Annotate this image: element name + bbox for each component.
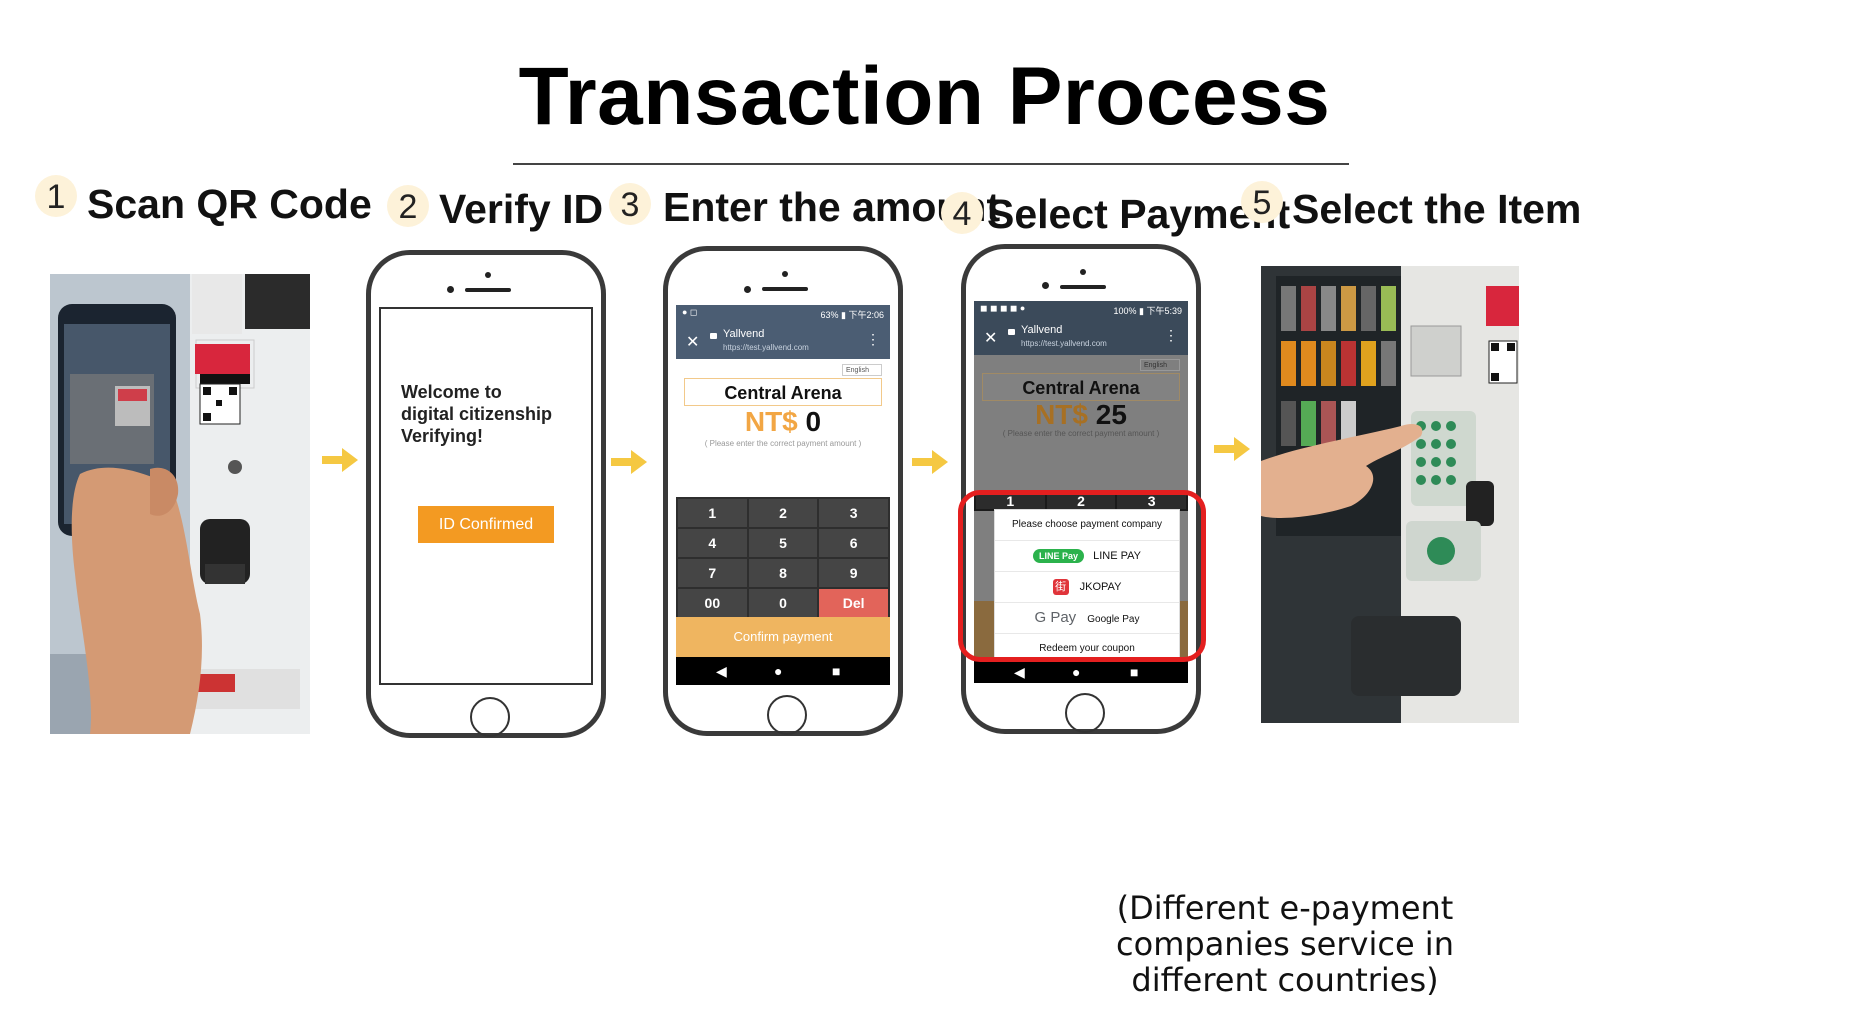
recents-icon[interactable]: ■: [1130, 664, 1138, 680]
arrow-right-icon: [912, 450, 948, 474]
confirm-payment-button[interactable]: Confirm payment: [676, 617, 890, 657]
keypad-key[interactable]: 7: [678, 559, 747, 587]
earpiece-speaker: [465, 288, 511, 292]
browser-url-bar: ✕ Yallvend https://test.yallvend.com ⋮: [676, 323, 890, 359]
more-menu-icon[interactable]: ⋮: [1164, 327, 1178, 344]
home-button[interactable]: [767, 695, 807, 735]
keypad-key[interactable]: 8: [748, 559, 818, 587]
title-divider: [513, 163, 1349, 165]
amount-screen: ● ◻ 63% ▮ 下午2:06 ✕ Yallvend https://test…: [676, 305, 890, 685]
page-title: Transaction Process: [518, 51, 1331, 142]
keypad-key[interactable]: 0: [748, 589, 818, 617]
front-camera: [1042, 282, 1049, 289]
keypad-key[interactable]: 6: [819, 529, 888, 557]
delete-key[interactable]: Del: [819, 589, 888, 617]
home-icon[interactable]: ●: [774, 663, 782, 679]
welcome-line: Verifying!: [401, 426, 484, 446]
status-text: 100% ▮ 下午5:39: [1113, 306, 1183, 316]
lock-icon: [1008, 329, 1015, 335]
android-nav-bar: ◀ ● ■: [974, 661, 1188, 683]
step-3-number: 3: [609, 183, 651, 225]
footnote-line: (Different e-payment: [1116, 889, 1454, 927]
payment-footnote: (Different e-payment companies service i…: [1095, 890, 1475, 998]
keypad-key[interactable]: 4: [678, 529, 747, 557]
step-4-number: 4: [941, 192, 983, 234]
keypad-key[interactable]: 1: [678, 499, 747, 527]
close-icon[interactable]: ✕: [984, 328, 997, 348]
language-select[interactable]: English: [1140, 359, 1180, 371]
currency-label: NT$: [1035, 399, 1088, 430]
scan-qr-photo: [50, 274, 310, 734]
proximity-sensor: [782, 271, 788, 277]
amount-hint: ( Please enter the correct payment amoun…: [704, 439, 862, 448]
status-text: 63% ▮ 下午2:06: [820, 310, 884, 320]
recents-icon[interactable]: ■: [832, 663, 840, 679]
lock-icon: [710, 333, 717, 339]
welcome-line: Welcome to: [401, 382, 502, 402]
step-2-label: Verify ID: [439, 186, 604, 232]
step-1-label: Scan QR Code: [87, 181, 372, 227]
status-bar: ◼ ◼ ◼ ◼ ● 100% ▮ 下午5:39: [974, 301, 1188, 319]
status-bar: ● ◻ 63% ▮ 下午2:06: [676, 305, 890, 323]
venue-name: Central Arena: [982, 373, 1180, 401]
browser-url-bar: ✕ Yallvend https://test.yallvend.com ⋮: [974, 319, 1188, 355]
notification-icon: ● ◻: [682, 307, 698, 317]
amount-display: NT$ 0: [676, 406, 890, 438]
footnote-line: different countries): [1131, 961, 1439, 999]
step-1-number: 1: [35, 175, 77, 217]
welcome-message: Welcome to digital citizenship Verifying…: [401, 381, 552, 447]
site-url: https://test.yallvend.com: [723, 343, 809, 352]
step-2-number: 2: [387, 185, 429, 227]
back-icon[interactable]: ◀: [716, 663, 727, 680]
select-item-photo: [1261, 266, 1519, 723]
proximity-sensor: [485, 272, 491, 278]
back-icon[interactable]: ◀: [1014, 664, 1025, 681]
arrow-right-icon: [1214, 437, 1250, 461]
amount-hint: ( Please enter the correct payment amoun…: [1002, 429, 1160, 438]
home-icon[interactable]: ●: [1072, 664, 1080, 680]
id-confirmed-button[interactable]: ID Confirmed: [418, 506, 554, 543]
language-select[interactable]: English: [842, 364, 882, 376]
earpiece-speaker: [1060, 285, 1106, 289]
home-button[interactable]: [470, 697, 510, 737]
keypad-key[interactable]: 00: [678, 589, 747, 617]
footnote-line: companies service in: [1116, 925, 1454, 963]
keypad-key[interactable]: 2: [748, 499, 818, 527]
front-camera: [744, 286, 751, 293]
android-nav-bar: ◀ ● ■: [676, 657, 890, 685]
number-keypad: 1 2 3 4 5 6 7 8 9 00 0 Del: [676, 497, 890, 619]
site-url: https://test.yallvend.com: [1021, 339, 1107, 348]
venue-name: Central Arena: [684, 378, 882, 406]
notification-icon: ◼ ◼ ◼ ◼ ●: [980, 303, 1026, 313]
more-menu-icon[interactable]: ⋮: [866, 331, 880, 348]
step-5-number: 5: [1241, 181, 1283, 223]
amount-value: 25: [1095, 399, 1127, 430]
amount-value: 0: [805, 406, 822, 437]
proximity-sensor: [1080, 269, 1086, 275]
keypad-key[interactable]: 3: [819, 499, 888, 527]
earpiece-speaker: [762, 287, 808, 291]
site-title: Yallvend: [723, 328, 765, 340]
phone-enter-amount: ● ◻ 63% ▮ 下午2:06 ✕ Yallvend https://test…: [663, 246, 903, 736]
arrow-right-icon: [322, 448, 358, 472]
amount-display: NT$ 25: [974, 399, 1188, 431]
keypad-key[interactable]: 5: [748, 529, 818, 557]
home-button[interactable]: [1065, 693, 1105, 733]
keypad-key[interactable]: 9: [819, 559, 888, 587]
arrow-right-icon: [611, 450, 647, 474]
site-title: Yallvend: [1021, 324, 1063, 336]
payment-highlight-box: [958, 490, 1206, 662]
phone-verify-id: Welcome to digital citizenship Verifying…: [366, 250, 606, 738]
verify-screen: Welcome to digital citizenship Verifying…: [379, 307, 593, 685]
front-camera: [447, 286, 454, 293]
close-icon[interactable]: ✕: [686, 332, 699, 352]
step-5-label: Select the Item: [1292, 186, 1582, 232]
currency-label: NT$: [744, 406, 798, 437]
welcome-line: digital citizenship: [401, 404, 553, 424]
